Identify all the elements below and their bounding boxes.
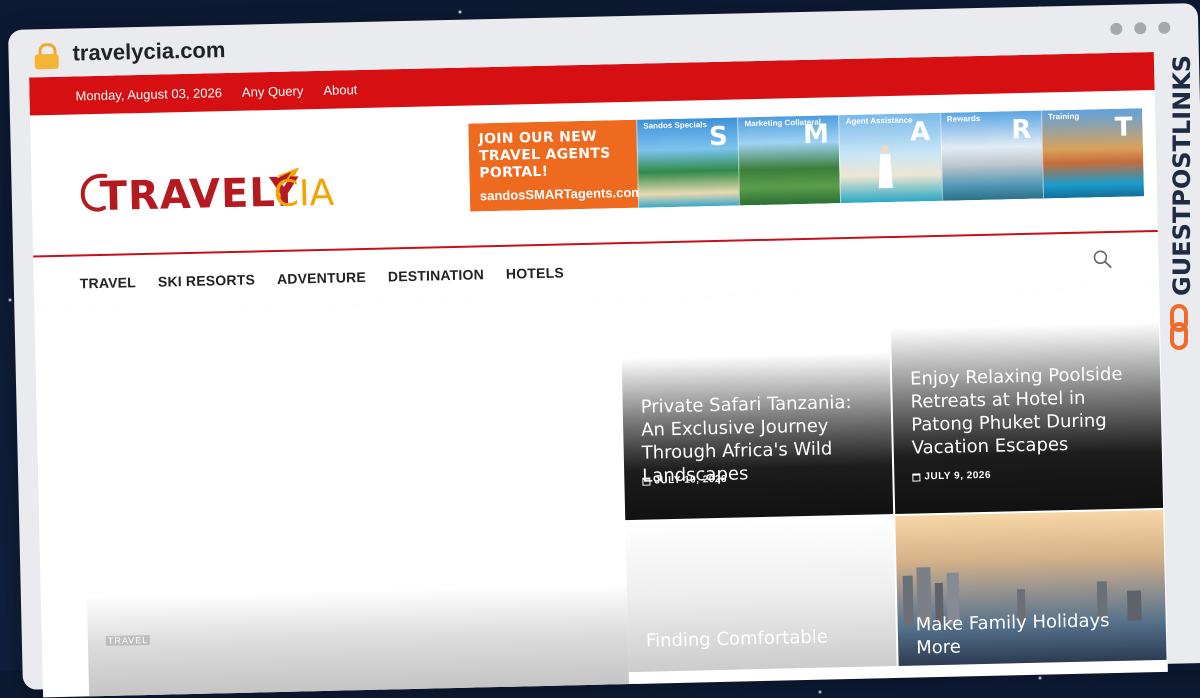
post-card[interactable]: Finding Comfortable [625, 516, 897, 673]
post-date: JULY 9, 2026 [912, 470, 991, 483]
link-any-query[interactable]: Any Query [242, 83, 304, 99]
browser-window: travelycia.com Monday, August 03, 2026 A… [8, 3, 1200, 698]
nav-travel[interactable]: TRAVEL [80, 274, 137, 291]
banner-panel-label: Training [1047, 111, 1080, 122]
logo-text-suffix: CIA [273, 173, 335, 215]
post-date: JULY 10, 2026 [642, 474, 727, 487]
post-date-text: JULY 9, 2026 [924, 469, 992, 483]
banner-panel-a: Agent Assistance A [838, 112, 942, 204]
nav-destination[interactable]: DESTINATION [388, 266, 484, 284]
banner-panel-letter: A [909, 117, 931, 148]
banner-panel-label: Agent Assistance [845, 115, 913, 127]
featured-posts: TRAVEL Private Safari Tanzania: An Exclu… [34, 285, 1168, 698]
post-date-text: JULY 10, 2026 [654, 473, 728, 487]
logo-text-main: TRAVELY [99, 169, 300, 220]
window-controls [1110, 21, 1171, 35]
featured-post-large[interactable]: TRAVEL [86, 584, 630, 698]
search-icon[interactable] [1092, 249, 1112, 269]
post-card[interactable]: Enjoy Relaxing Poolside Retreats at Hote… [890, 321, 1164, 514]
site-logo[interactable]: TRAVELY CIA [77, 157, 339, 233]
lock-icon [34, 42, 59, 70]
webpage: Monday, August 03, 2026 Any Query About … [29, 52, 1168, 698]
window-dot-icon[interactable] [1110, 22, 1123, 35]
link-chain-icon [1170, 304, 1188, 350]
banner-panel-label: Rewards [946, 113, 981, 124]
banner-panel-letter: S [708, 121, 729, 153]
post-title[interactable]: Enjoy Relaxing Poolside Retreats at Hote… [910, 362, 1144, 459]
banner-headline: JOIN OUR NEW TRAVEL AGENTS PORTAL! [478, 128, 611, 182]
guestpostlinks-watermark: GUESTPOSTLINKS [1168, 56, 1196, 350]
nav-adventure[interactable]: ADVENTURE [277, 269, 366, 287]
nav-hotels[interactable]: HOTELS [506, 264, 564, 281]
banner-panel-t: Training T [1040, 108, 1145, 199]
banner-panel-letter: M [802, 119, 830, 150]
window-dot-icon[interactable] [1158, 21, 1171, 34]
post-title[interactable]: Private Safari Tanzania: An Exclusive Jo… [640, 390, 874, 487]
banner-headline-box: JOIN OUR NEW TRAVEL AGENTS PORTAL! sando… [468, 119, 644, 212]
banner-panel-r: Rewards R [939, 110, 1043, 201]
banner-panel-label: Sandos Specials [643, 120, 708, 131]
link-about[interactable]: About [323, 82, 357, 98]
address-bar[interactable]: travelycia.com [72, 37, 225, 66]
calendar-icon [912, 472, 921, 482]
banner-panel-m: Marketing Collateral M [737, 115, 841, 206]
nav-ski-resorts[interactable]: SKI RESORTS [158, 271, 255, 289]
window-dot-icon[interactable] [1134, 22, 1147, 35]
ad-banner[interactable]: JOIN OUR NEW TRAVEL AGENTS PORTAL! sando… [468, 108, 1145, 212]
calendar-icon [642, 477, 651, 486]
watermark-text: GUESTPOSTLINKS [1168, 56, 1196, 296]
post-title[interactable]: Make Family Holidays More [915, 608, 1148, 659]
post-card[interactable]: Private Safari Tanzania: An Exclusive Jo… [621, 352, 894, 521]
banner-site: sandosSMARTagents.com [479, 184, 644, 204]
banner-panel-letter: R [1010, 114, 1032, 146]
post-title[interactable]: Finding Comfortable [646, 624, 878, 652]
logo-graphic: TRAVELY CIA [80, 167, 335, 220]
site-header: TRAVELY CIA JOIN OUR NEW TRAVEL AGENTS P… [30, 90, 1158, 255]
post-card[interactable]: Make Family Holidays More [895, 509, 1167, 666]
banner-panel-letter: T [1114, 112, 1133, 143]
current-date: Monday, August 03, 2026 [75, 84, 223, 103]
woman-figure-icon [879, 145, 894, 189]
banner-panel-s: Sandos Specials S [636, 117, 740, 208]
post-category[interactable]: TRAVEL [105, 634, 151, 646]
